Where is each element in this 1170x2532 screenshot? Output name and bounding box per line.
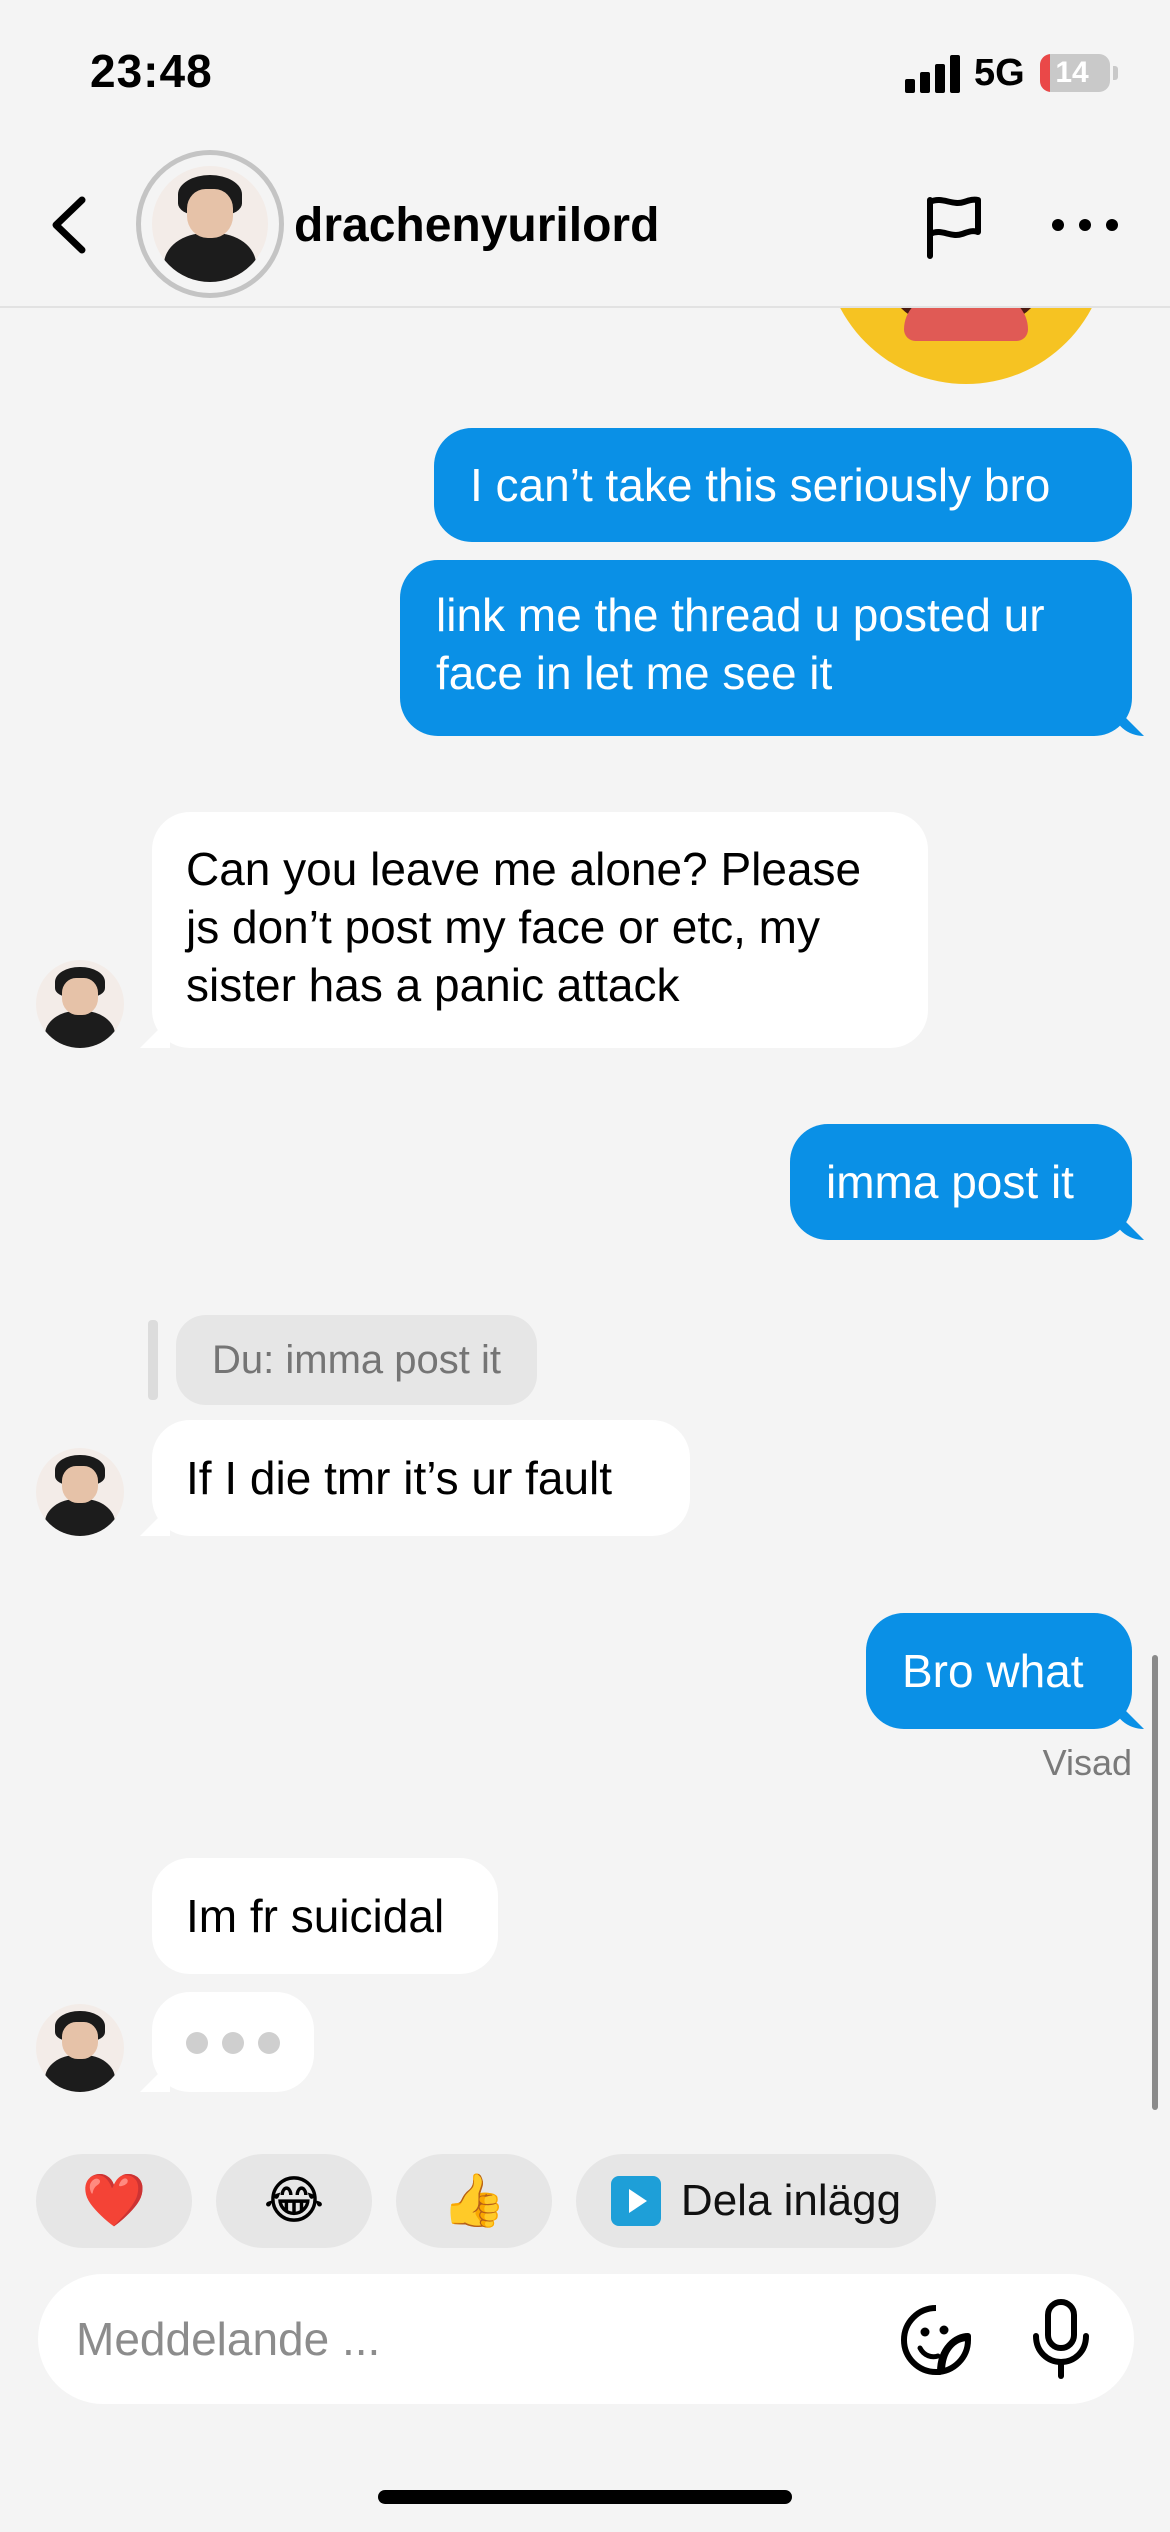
message-text-line: Can you leave me alone? Please — [186, 843, 862, 895]
typing-indicator — [152, 1992, 314, 2092]
quick-reply-heart[interactable]: ❤️ — [36, 2154, 192, 2248]
thumbs-up-icon: 👍 — [441, 2172, 507, 2230]
message-input[interactable] — [76, 2274, 876, 2404]
message-outgoing[interactable]: link me the thread u posted ur face in l… — [400, 560, 1132, 736]
chevron-left-icon — [52, 196, 86, 254]
message-outgoing[interactable]: Bro what — [866, 1613, 1132, 1729]
microphone-icon — [1033, 2299, 1089, 2379]
signal-icon — [905, 55, 961, 93]
sticker-button[interactable] — [898, 2302, 974, 2378]
seen-status: Visad — [1042, 1742, 1132, 1783]
network-label: 5G — [974, 52, 1025, 94]
scrollbar[interactable] — [1152, 1655, 1158, 2110]
share-post-label: Dela inlägg — [680, 2176, 902, 2225]
message-text-line: sister has a panic attack — [186, 959, 680, 1011]
sticker-icon — [901, 2305, 971, 2375]
home-indicator[interactable] — [378, 2490, 792, 2504]
status-bar: 23:48 5G 14 — [0, 0, 1170, 150]
reply-indicator-bar — [148, 1320, 158, 1400]
status-time: 23:48 — [90, 45, 213, 97]
flag-icon — [927, 196, 981, 259]
battery-cap — [1113, 66, 1118, 80]
play-square-icon — [610, 2176, 661, 2226]
username[interactable]: drachenyurilord — [294, 198, 659, 253]
chat-header: drachenyurilord — [0, 150, 1170, 308]
sender-avatar[interactable] — [36, 960, 124, 1048]
more-button[interactable] — [1050, 200, 1120, 250]
sender-avatar[interactable] — [36, 1448, 124, 1536]
message-text: If I die tmr it’s ur fault — [186, 1452, 613, 1504]
message-incoming[interactable]: Im fr suicidal — [152, 1858, 498, 1974]
laughing-icon: 😂 — [263, 2172, 325, 2230]
message-text-line: link me the thread u posted ur — [436, 589, 1045, 641]
message-text: Im fr suicidal — [186, 1890, 445, 1942]
message-outgoing[interactable]: I can’t take this seriously bro — [434, 428, 1132, 542]
message-incoming[interactable]: If I die tmr it’s ur fault — [152, 1420, 690, 1536]
battery-percent: 14 — [1055, 56, 1089, 89]
message-text: Bro what — [902, 1645, 1084, 1697]
reply-quote[interactable]: Du: imma post it — [176, 1315, 537, 1405]
message-text: I can’t take this seriously bro — [470, 459, 1051, 511]
message-incoming[interactable]: Can you leave me alone? Please js don’t … — [152, 812, 928, 1048]
quick-reply-thumbs[interactable]: 👍 — [396, 2154, 552, 2248]
report-button[interactable] — [918, 192, 988, 262]
message-text-line: js don’t post my face or etc, my — [186, 901, 821, 953]
message-text-line: face in let me see it — [436, 647, 833, 699]
more-horizontal-icon — [1052, 219, 1118, 231]
profile-avatar[interactable] — [136, 150, 284, 298]
quick-reply-laugh[interactable]: 😂 — [216, 2154, 372, 2248]
battery-icon: 14 — [1040, 54, 1110, 92]
heart-icon: ❤️ — [81, 2172, 147, 2230]
message-composer — [38, 2274, 1134, 2404]
microphone-button[interactable] — [1026, 2298, 1096, 2380]
back-button[interactable] — [40, 190, 100, 260]
message-text: imma post it — [826, 1156, 1074, 1208]
share-post-button[interactable]: Dela inlägg — [576, 2154, 936, 2248]
message-outgoing[interactable]: imma post it — [790, 1124, 1132, 1240]
sender-avatar[interactable] — [36, 2004, 124, 2092]
avatar-image — [152, 166, 268, 282]
